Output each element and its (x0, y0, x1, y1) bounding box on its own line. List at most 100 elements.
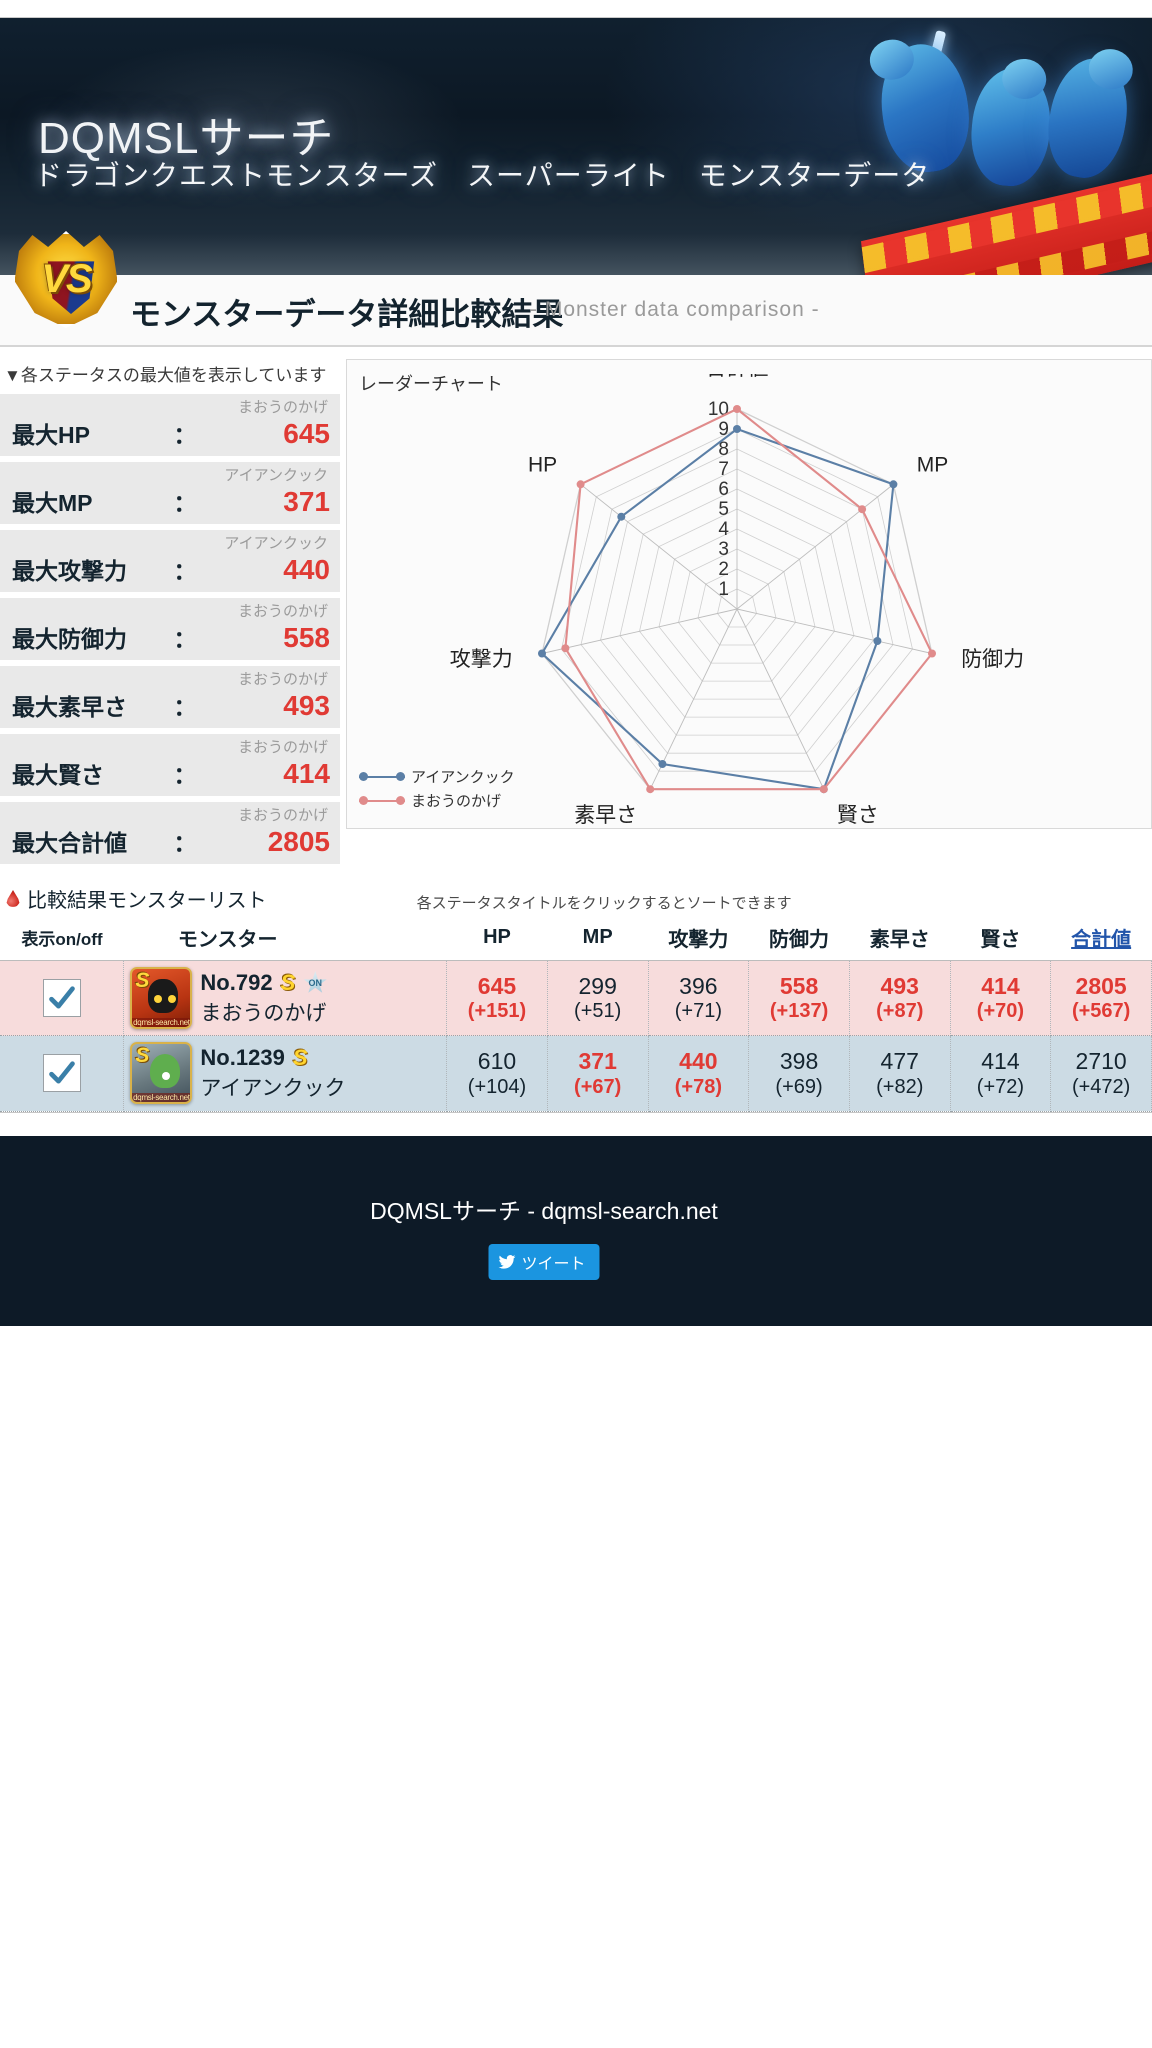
stat-cell-wis: 414 (+72) (950, 1035, 1052, 1112)
stat-right: まおうのかげ 645 (208, 399, 330, 450)
monster-list-table: 表示on/off モンスター HP MP 攻撃力 防御力 素早さ 賢さ 合計値 (0, 917, 1152, 1112)
radar-chart-panel: レーダーチャート 10987654321合計値MP防御力賢さ素早さ攻撃力HP ア… (340, 355, 1152, 870)
max-stats-panel: ▼各ステータスの最大値を表示しています 最大HP ： まおうのかげ 645 最大… (0, 355, 340, 870)
monster-thumbnail[interactable]: S dqmsl-search.net (130, 1042, 193, 1105)
column-header-total[interactable]: 合計値 (1050, 917, 1152, 961)
on-star-badge-icon: ON (303, 970, 327, 995)
stat-cell-def: 398 (+69) (748, 1035, 850, 1112)
stat-value: 414 (981, 972, 1020, 999)
svg-text:防御力: 防御力 (961, 648, 1024, 671)
radar-legend: アイアンクック まおうのかげ (359, 766, 515, 814)
legend-item: まおうのかげ (359, 790, 515, 811)
comparison-title-band: VS モンスターデータ詳細比較結果 - Monster data compari… (0, 231, 1152, 347)
stat-cell-agi: 477 (+82) (849, 1035, 951, 1112)
monster-number-line: No.792 S ON (200, 967, 327, 999)
thumb-watermark: dqmsl-search.net (132, 1093, 191, 1103)
svg-text:1: 1 (718, 579, 729, 600)
stat-colon: ： (173, 626, 197, 652)
stat-cell-hp: 645 (+151) (446, 960, 548, 1037)
stat-bonus: (+67) (574, 1075, 622, 1098)
column-header-atk[interactable]: 攻撃力 (648, 917, 749, 961)
stat-bonus: (+567) (1071, 1000, 1131, 1023)
svg-text:3: 3 (718, 539, 729, 560)
stat-value: 2805 (267, 826, 330, 857)
stat-value: 371 (283, 486, 330, 517)
display-toggle-checkbox[interactable] (42, 1053, 81, 1092)
stat-row: 最大HP ： まおうのかげ 645 (0, 394, 340, 456)
stat-colon: ： (173, 490, 197, 516)
tweet-button[interactable]: ツイート (488, 1243, 600, 1280)
checkmark-icon (48, 985, 75, 1009)
stat-cell-atk: 440 (+78) (648, 1035, 750, 1112)
stat-owner: まおうのかげ (237, 739, 328, 756)
stat-bonus: (+472) (1071, 1075, 1131, 1098)
radar-chart-svg: 10987654321合計値MP防御力賢さ素早さ攻撃力HP (450, 374, 1024, 827)
stat-value: 493 (880, 972, 919, 999)
site-footer: DQMSLサーチ - dqmsl-search.net ツイート (0, 1135, 1152, 1326)
column-header-toggle[interactable]: 表示on/off (0, 917, 124, 961)
svg-text:素早さ: 素早さ (574, 804, 637, 827)
rank-badge-s: S (292, 1045, 308, 1071)
dragon-figure-3 (1040, 45, 1136, 184)
footer-site-label: DQMSLサーチ - dqmsl-search.net (370, 1197, 718, 1224)
monster-name: アイアンクック (200, 1077, 346, 1101)
svg-text:6: 6 (718, 479, 729, 500)
stat-owner: まおうのかげ (237, 603, 328, 620)
stat-bonus: (+78) (674, 1075, 722, 1098)
svg-text:2: 2 (718, 559, 729, 580)
sort-hint: 各ステータスタイトルをクリックするとソートできます (416, 895, 792, 912)
vs-shield-shape: VS (14, 231, 118, 328)
stat-value: 477 (880, 1048, 919, 1075)
stat-label: 最大合計値 (12, 830, 127, 856)
stat-row: 最大賢さ ： まおうのかげ 414 (0, 734, 340, 796)
row-toggle-cell[interactable] (0, 1035, 125, 1112)
svg-text:攻撃力: 攻撃力 (450, 648, 513, 671)
tweet-button-label: ツイート (521, 1255, 586, 1273)
column-header-mp[interactable]: MP (547, 917, 649, 961)
monster-cell[interactable]: S dqmsl-search.net No.792 S ON まおうのかげ (123, 960, 448, 1037)
dragon-head-1 (867, 37, 917, 83)
stat-label: 最大MP (12, 490, 93, 516)
stat-colon: ： (173, 762, 197, 788)
legend-item: アイアンクック (359, 766, 515, 787)
stat-value: 396 (679, 972, 718, 999)
monster-cell[interactable]: S dqmsl-search.net No.1239 S アイアンクック (123, 1035, 448, 1112)
column-header-hp[interactable]: HP (446, 917, 548, 961)
monster-list-header: 比較結果モンスターリスト 各ステータスタイトルをクリックするとソートできます (0, 870, 1152, 917)
legend-label: まおうのかげ (411, 793, 502, 810)
table-header-row: 表示on/off モンスター HP MP 攻撃力 防御力 素早さ 賢さ 合計値 (0, 917, 1152, 961)
stat-value: 398 (779, 1048, 819, 1075)
column-header-agi[interactable]: 素早さ (849, 917, 951, 961)
stat-right: まおうのかげ 558 (208, 603, 330, 654)
thumb-rank-label: S (135, 1044, 150, 1068)
stat-value: 558 (283, 622, 330, 653)
svg-text:HP: HP (528, 454, 557, 477)
stat-owner: アイアンクック (224, 467, 328, 484)
row-toggle-cell[interactable] (0, 960, 125, 1037)
vs-badge-label: VS (41, 256, 92, 301)
stat-cell-agi: 493 (+87) (849, 960, 951, 1037)
monster-thumbnail[interactable]: S dqmsl-search.net (130, 967, 193, 1030)
stat-cell-mp: 299 (+51) (547, 960, 649, 1037)
stat-cell-mp: 371 (+67) (547, 1035, 649, 1112)
monster-texts: No.1239 S アイアンクック (200, 1042, 345, 1104)
stat-value: 371 (578, 1048, 617, 1075)
column-header-def[interactable]: 防御力 (748, 917, 850, 961)
legend-swatch-pink (359, 795, 405, 807)
column-header-wis[interactable]: 賢さ (950, 917, 1051, 961)
column-header-monster[interactable]: モンスター (123, 917, 447, 961)
stat-right: アイアンクック 371 (208, 467, 330, 518)
stat-value: 440 (679, 1048, 718, 1075)
stat-label: 最大HP (12, 422, 90, 448)
monster-list-title: 比較結果モンスターリスト (6, 884, 267, 913)
svg-text:賢さ: 賢さ (837, 804, 879, 827)
stat-colon: ： (173, 830, 197, 856)
dragon-head-2 (1000, 57, 1048, 101)
browser-top-strip (0, 0, 1152, 18)
monster-list-title-label: 比較結果モンスターリスト (27, 890, 267, 912)
stat-value: 2805 (1075, 972, 1127, 999)
stat-value: 645 (283, 418, 330, 449)
stat-label: 最大攻撃力 (12, 558, 127, 584)
stat-row: 最大素早さ ： まおうのかげ 493 (0, 666, 340, 728)
display-toggle-checkbox[interactable] (42, 978, 81, 1017)
